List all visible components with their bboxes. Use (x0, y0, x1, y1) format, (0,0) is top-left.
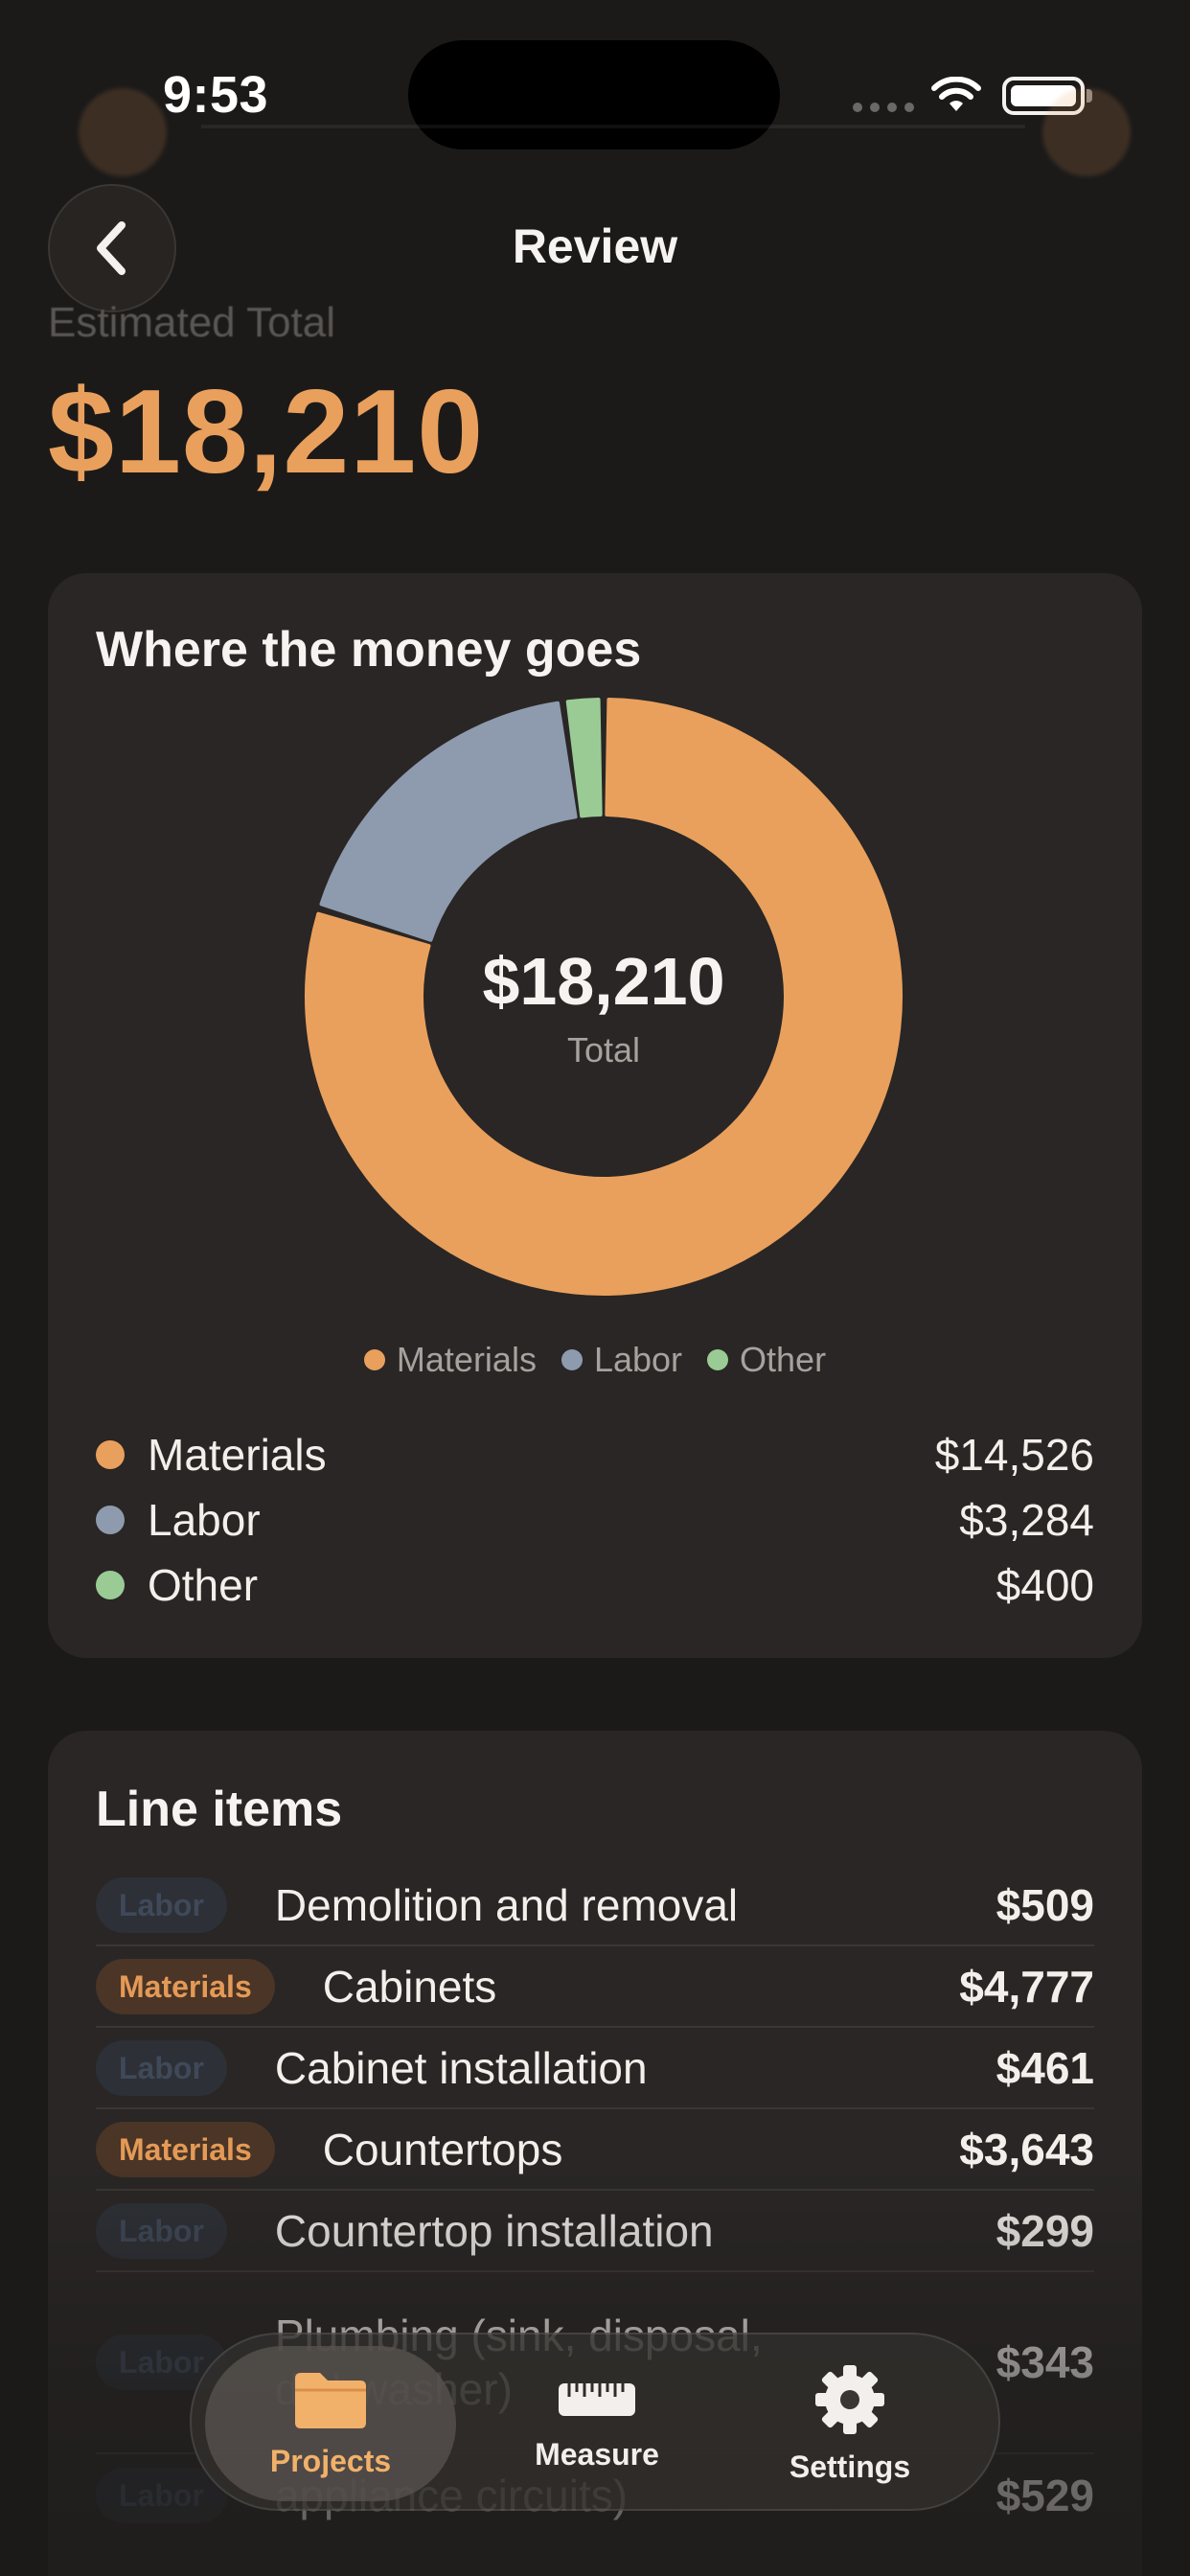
legend-label: Labor (593, 1340, 683, 1379)
estimated-total-value: $18,210 (48, 366, 485, 498)
line-item[interactable]: Materials Countertops $3,643 (96, 2109, 1094, 2191)
category-dot (96, 1571, 125, 1599)
status-time: 9:53 (163, 66, 269, 124)
legend-item-materials: Materials (363, 1340, 537, 1380)
line-item[interactable]: Labor Cabinet installation $461 (96, 2028, 1094, 2109)
category-label: Labor (148, 1495, 261, 1545)
tab-label: Settings (789, 2449, 911, 2484)
line-item[interactable]: Materials Cabinets $4,777 (96, 1946, 1094, 2028)
line-item-price: $343 (995, 2337, 1094, 2387)
donut-center-label: Total (567, 1030, 640, 1070)
line-item[interactable]: Labor Countertop installation $299 (96, 2191, 1094, 2272)
ruler-icon (559, 2382, 635, 2416)
category-dot (96, 1440, 125, 1469)
category-breakdown-list: Materials $14,526 Labor $3,284 Other $40… (96, 1422, 1094, 1618)
donut-chart: $18,210 Total (305, 698, 903, 1296)
legend-item-other: Other (707, 1340, 826, 1380)
category-amount: $3,284 (959, 1495, 1094, 1545)
legend-dot (363, 1349, 385, 1370)
wifi-icon (931, 77, 981, 111)
line-item-name: Cabinet installation (274, 2042, 648, 2093)
breakdown-row-materials: Materials $14,526 (96, 1422, 1094, 1487)
step-indicator-start (79, 88, 167, 176)
breakdown-row-other: Other $400 (96, 1552, 1094, 1618)
category-badge: Materials (96, 2121, 275, 2177)
breakdown-row-labor: Labor $3,284 (96, 1487, 1094, 1552)
category-dot (96, 1506, 125, 1534)
line-item-name: Cabinets (322, 1961, 497, 2012)
category-badge: Labor (96, 2039, 227, 2096)
category-label: Materials (148, 1430, 327, 1480)
legend-item-labor: Labor (561, 1340, 682, 1380)
line-item[interactable]: Labor Demolition and removal $509 (96, 1865, 1094, 1946)
dynamic-island (408, 40, 780, 150)
tab-measure[interactable]: Measure (471, 2346, 722, 2501)
folder-icon (295, 2372, 366, 2428)
tab-projects[interactable]: Projects (205, 2346, 456, 2501)
line-item-price: $461 (995, 2042, 1094, 2093)
legend-dot (561, 1349, 583, 1370)
category-badge: Labor (96, 2202, 227, 2259)
category-badge: Materials (96, 1958, 275, 2014)
line-item-name: Demolition and removal (274, 1879, 739, 1930)
legend-label: Materials (396, 1340, 537, 1379)
category-amount: $14,526 (934, 1430, 1094, 1480)
line-item-name: Countertop installation (274, 2205, 714, 2256)
tab-bar: Projects Measure Settings (190, 2333, 1000, 2511)
line-item-name: Countertops (322, 2124, 563, 2174)
money-breakdown-card: Where the money goes $18,210 Total Mater… (48, 573, 1142, 1658)
line-items-title: Line items (96, 1782, 343, 1837)
tab-label: Measure (535, 2436, 659, 2472)
category-amount: $400 (995, 1560, 1094, 1610)
tab-settings[interactable]: Settings (724, 2346, 975, 2501)
chart-legend: Materials Labor Other (48, 1340, 1142, 1380)
step-indicator-end (1042, 88, 1131, 176)
line-item-price: $4,777 (959, 1961, 1094, 2012)
category-badge: Labor (96, 1876, 227, 1933)
tab-label: Projects (269, 2443, 392, 2478)
line-item-price: $529 (995, 2470, 1094, 2520)
line-item-price: $509 (995, 1879, 1094, 1930)
legend-label: Other (740, 1340, 827, 1379)
cellular-signal-icon (853, 103, 914, 112)
line-item-price: $3,643 (959, 2124, 1094, 2174)
donut-center-value: $18,210 (482, 944, 724, 1019)
estimated-total-label: Estimated Total (48, 299, 336, 346)
donut-slice-labor (319, 701, 578, 942)
legend-dot (707, 1349, 729, 1370)
line-item-price: $299 (995, 2205, 1094, 2256)
category-label: Other (148, 1560, 259, 1610)
money-card-title: Where the money goes (96, 622, 642, 678)
page-title: Review (512, 219, 678, 273)
step-progress-line (201, 125, 1025, 128)
gear-icon (815, 2364, 884, 2434)
